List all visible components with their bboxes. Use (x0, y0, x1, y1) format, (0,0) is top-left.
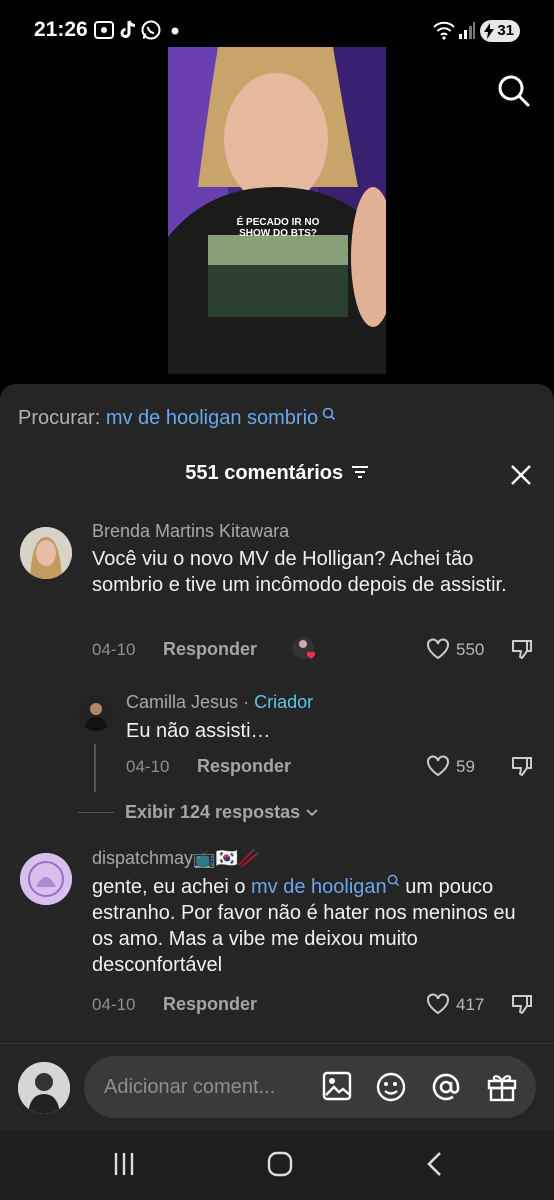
sort-icon[interactable] (351, 465, 369, 479)
dislike-icon[interactable] (510, 754, 534, 778)
back-icon[interactable] (424, 1150, 446, 1178)
battery-level: 31 (497, 22, 514, 39)
chevron-down-icon (306, 809, 318, 817)
dislike-icon[interactable] (510, 637, 534, 661)
video-player[interactable]: É PECADO IR NO SHOW DO BTS? (168, 47, 386, 374)
comment-author[interactable]: Brenda Martins Kitawara (92, 521, 289, 542)
comment-text: Você viu o novo MV de Holligan? Achei tã… (92, 548, 507, 596)
comment-text: gente, eu achei o mv de hooligan um pouc… (92, 874, 532, 978)
video-frame (168, 47, 386, 374)
whatsapp-icon (141, 20, 161, 40)
reply-button[interactable]: Responder (197, 756, 291, 777)
comment-composer[interactable] (84, 1056, 536, 1118)
avatar[interactable] (20, 527, 72, 579)
charging-bolt-icon (484, 23, 494, 39)
search-prefix: Procurar: (18, 407, 101, 429)
avatar[interactable] (20, 853, 72, 905)
comment-date: 04-10 (92, 640, 136, 659)
reply-author-line: Camilla Jesus · Criador (126, 692, 313, 713)
mention-icon[interactable] (430, 1071, 462, 1103)
emoji-icon[interactable] (375, 1071, 407, 1103)
comment-date: 04-10 (92, 995, 136, 1014)
search-link[interactable]: mv de hooligan (251, 876, 387, 898)
video-shirt-text: É PECADO IR NO SHOW DO BTS? (236, 217, 320, 239)
search-query-link[interactable]: mv de hooligan sombrio (106, 407, 318, 429)
avatar[interactable] (78, 695, 114, 731)
home-icon[interactable] (266, 1150, 294, 1178)
reply-text: Eu não assisti… (126, 720, 271, 742)
show-replies-label: Exibir 124 respostas (125, 802, 301, 822)
dislike-icon[interactable] (510, 992, 534, 1016)
like-icon[interactable] (426, 638, 450, 660)
screen-record-icon (94, 21, 114, 39)
like-icon[interactable] (426, 755, 450, 777)
battery-indicator: 31 (480, 20, 520, 42)
reply-button[interactable]: Responder (163, 994, 257, 1015)
recent-apps-icon[interactable] (112, 1150, 136, 1178)
creator-liked-badge (291, 636, 319, 662)
reply-button[interactable]: Responder (163, 639, 257, 660)
reply-author[interactable]: Camilla Jesus (126, 692, 238, 712)
like-count: 417 (456, 995, 485, 1014)
search-icon[interactable] (497, 74, 531, 108)
search-small-icon (387, 874, 399, 887)
wifi-icon (433, 21, 455, 40)
status-time: 21:26 (34, 18, 88, 41)
notification-dot-icon (171, 27, 179, 35)
tiktok-icon (120, 20, 136, 38)
like-count: 550 (456, 640, 485, 659)
search-suggestion[interactable]: Procurar: mv de hooligan sombrio (18, 407, 336, 430)
reply-date: 04-10 (126, 757, 170, 776)
comment-input[interactable] (104, 1072, 304, 1102)
image-icon[interactable] (322, 1071, 352, 1101)
thread-line (94, 744, 96, 792)
close-icon[interactable] (510, 464, 532, 486)
search-small-icon (322, 407, 335, 421)
comments-count: 551 comentários (185, 462, 344, 484)
like-count: 59 (456, 757, 475, 776)
signal-icon (459, 22, 475, 39)
comment-text-start: gente, eu achei o (92, 876, 252, 898)
show-replies-button[interactable]: Exibir 124 respostas (125, 802, 319, 823)
gift-icon[interactable] (486, 1071, 518, 1103)
comments-header: 551 comentários (0, 462, 554, 485)
creator-badge: Criador (254, 692, 314, 712)
like-icon[interactable] (426, 993, 450, 1015)
comment-author[interactable]: dispatchmay📺🇰🇷🥢 (92, 848, 260, 869)
author-separator: · (243, 692, 250, 712)
avatar[interactable] (18, 1062, 70, 1114)
divider (78, 812, 114, 813)
divider (0, 1043, 554, 1044)
